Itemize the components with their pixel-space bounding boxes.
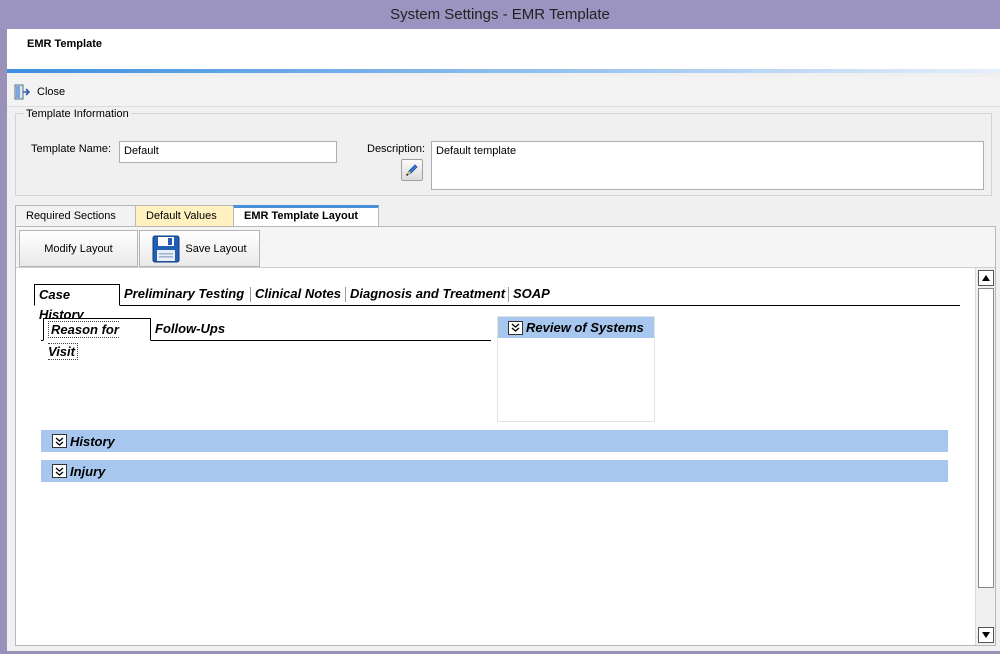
settings-tabs: Required Sections Default Values EMR Tem…	[15, 205, 992, 226]
layout-tab-preliminary-testing[interactable]: Preliminary Testing	[120, 284, 248, 305]
exit-door-icon	[14, 84, 31, 100]
group-legend: Template Information	[24, 108, 131, 120]
injury-title: Injury	[70, 463, 106, 479]
modify-layout-label: Modify Layout	[44, 242, 113, 255]
scroll-up-button[interactable]	[978, 270, 994, 286]
scrollbar-thumb[interactable]	[978, 288, 994, 588]
chevron-double-down-icon[interactable]	[52, 434, 67, 448]
layout-canvas: Case History Preliminary Testing Clinica…	[16, 268, 973, 645]
main-window: EMR Template Close Template Information …	[7, 29, 1000, 651]
template-name-label: Template Name:	[31, 143, 112, 155]
template-name-input[interactable]: Default	[119, 141, 337, 163]
tab-required-sections[interactable]: Required Sections	[15, 205, 137, 226]
page-title: EMR Template	[27, 38, 102, 50]
modify-layout-button[interactable]: Modify Layout	[19, 230, 138, 267]
pen-icon	[406, 164, 418, 176]
layout-tab-diagnosis-and-treatment[interactable]: Diagnosis and Treatment	[346, 284, 509, 305]
toolbar: Close	[7, 77, 1000, 107]
layout-tab-clinical-notes[interactable]: Clinical Notes	[251, 284, 345, 305]
header-divider	[7, 69, 1000, 73]
description-label: Description:	[367, 143, 426, 155]
window-title: System Settings - EMR Template	[0, 0, 1000, 29]
save-layout-label: Save Layout	[185, 242, 247, 255]
save-layout-button[interactable]: Save Layout	[139, 230, 260, 267]
template-information-group: Template Information Template Name: Defa…	[15, 108, 992, 196]
tab-emr-template-layout[interactable]: EMR Template Layout	[233, 205, 379, 226]
edit-description-button[interactable]	[401, 159, 423, 181]
close-button-label: Close	[37, 86, 66, 98]
subtab-reason-for-visit-label: Reason for Visit	[48, 321, 119, 360]
layout-toolbar: Modify Layout Save Layout	[16, 227, 995, 268]
arrow-up-icon	[982, 275, 990, 281]
page-header: EMR Template	[7, 29, 1000, 73]
injury-section-header[interactable]: Injury	[41, 460, 948, 482]
review-of-systems-section: Review of Systems	[497, 316, 655, 422]
description-input[interactable]: Default template	[431, 141, 984, 190]
tab-default-values[interactable]: Default Values	[135, 205, 237, 226]
subtab-follow-ups[interactable]: Follow-Ups	[151, 318, 229, 340]
review-of-systems-title: Review of Systems	[526, 320, 644, 335]
layout-tab-soap[interactable]: SOAP	[509, 284, 554, 305]
floppy-disk-icon	[152, 235, 180, 262]
layout-tab-case-history[interactable]: Case History	[34, 284, 120, 322]
layout-panel: Modify Layout Save Layout Case History P…	[15, 226, 996, 646]
case-history-subtabs: Reason for Visit Follow-Ups	[41, 318, 491, 360]
scroll-down-button[interactable]	[978, 627, 994, 643]
history-section-header[interactable]: History	[41, 430, 948, 452]
close-button[interactable]: Close	[13, 82, 65, 102]
vertical-scrollbar[interactable]	[975, 268, 995, 645]
arrow-down-icon	[982, 632, 990, 638]
subtab-reason-for-visit[interactable]: Reason for Visit	[43, 318, 151, 360]
chevron-double-down-icon[interactable]	[52, 464, 67, 478]
layout-tabs: Case History Preliminary Testing Clinica…	[34, 284, 960, 322]
history-title: History	[70, 433, 115, 449]
chevron-double-down-icon[interactable]	[508, 320, 523, 335]
review-of-systems-header[interactable]: Review of Systems	[498, 317, 654, 338]
